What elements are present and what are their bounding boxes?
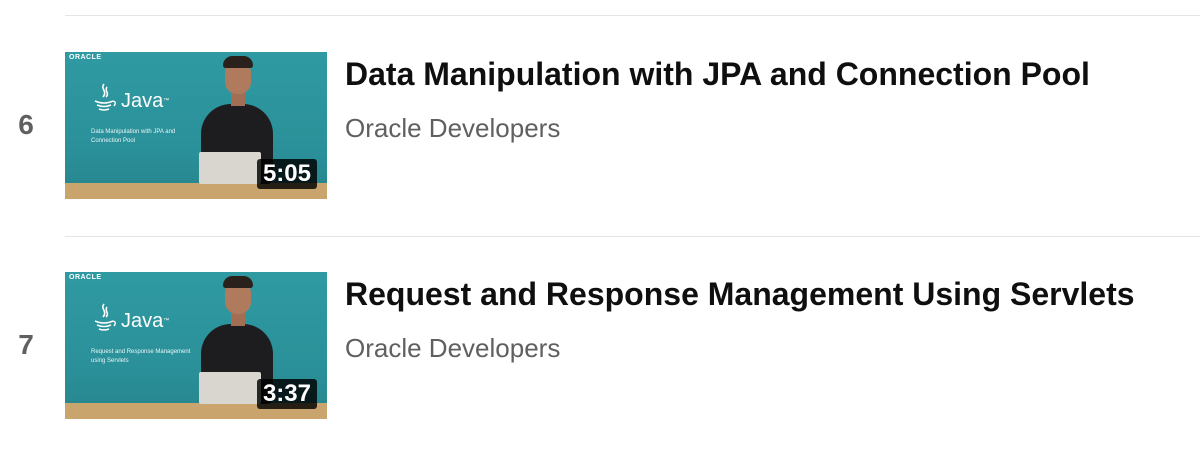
oracle-logo: ORACLE [69, 274, 102, 281]
presenter-neck [231, 312, 245, 326]
laptop [199, 152, 261, 184]
video-title[interactable]: Data Manipulation with JPA and Connectio… [345, 54, 1090, 94]
item-divider [65, 236, 1200, 237]
laptop [199, 372, 261, 404]
top-divider [65, 15, 1200, 16]
duration-badge: 3:37 [256, 379, 317, 409]
java-cup-icon [94, 83, 116, 111]
video-thumbnail[interactable]: ORACLE Java™ Data Manipulation with JPA … [65, 52, 327, 199]
thumbnail-subtitle: Request and Response Management using Se… [91, 349, 191, 364]
java-wordmark: Java™ [121, 90, 170, 112]
playlist-item-index: 7 [18, 329, 34, 360]
java-wordmark: Java™ [121, 310, 170, 332]
presenter-neck [231, 92, 245, 106]
video-thumbnail[interactable]: ORACLE Java™ Request and Response Manage… [65, 272, 327, 419]
channel-name[interactable]: Oracle Developers [345, 112, 560, 144]
playlist-item-index: 6 [18, 109, 34, 140]
presenter-hair [223, 56, 253, 68]
video-title[interactable]: Request and Response Management Using Se… [345, 274, 1135, 314]
java-cup-icon [94, 303, 116, 331]
channel-name[interactable]: Oracle Developers [345, 332, 560, 364]
playlist-item[interactable]: 7 ORACLE Java™ Request and Response Mana… [0, 272, 1200, 420]
duration-badge: 5:05 [256, 159, 317, 189]
presenter-hair [223, 276, 253, 288]
oracle-logo: ORACLE [69, 54, 102, 61]
playlist-item[interactable]: 6 ORACLE Java™ Data Manipulation with JP… [0, 52, 1200, 200]
thumbnail-subtitle: Data Manipulation with JPA and Connectio… [91, 129, 176, 144]
